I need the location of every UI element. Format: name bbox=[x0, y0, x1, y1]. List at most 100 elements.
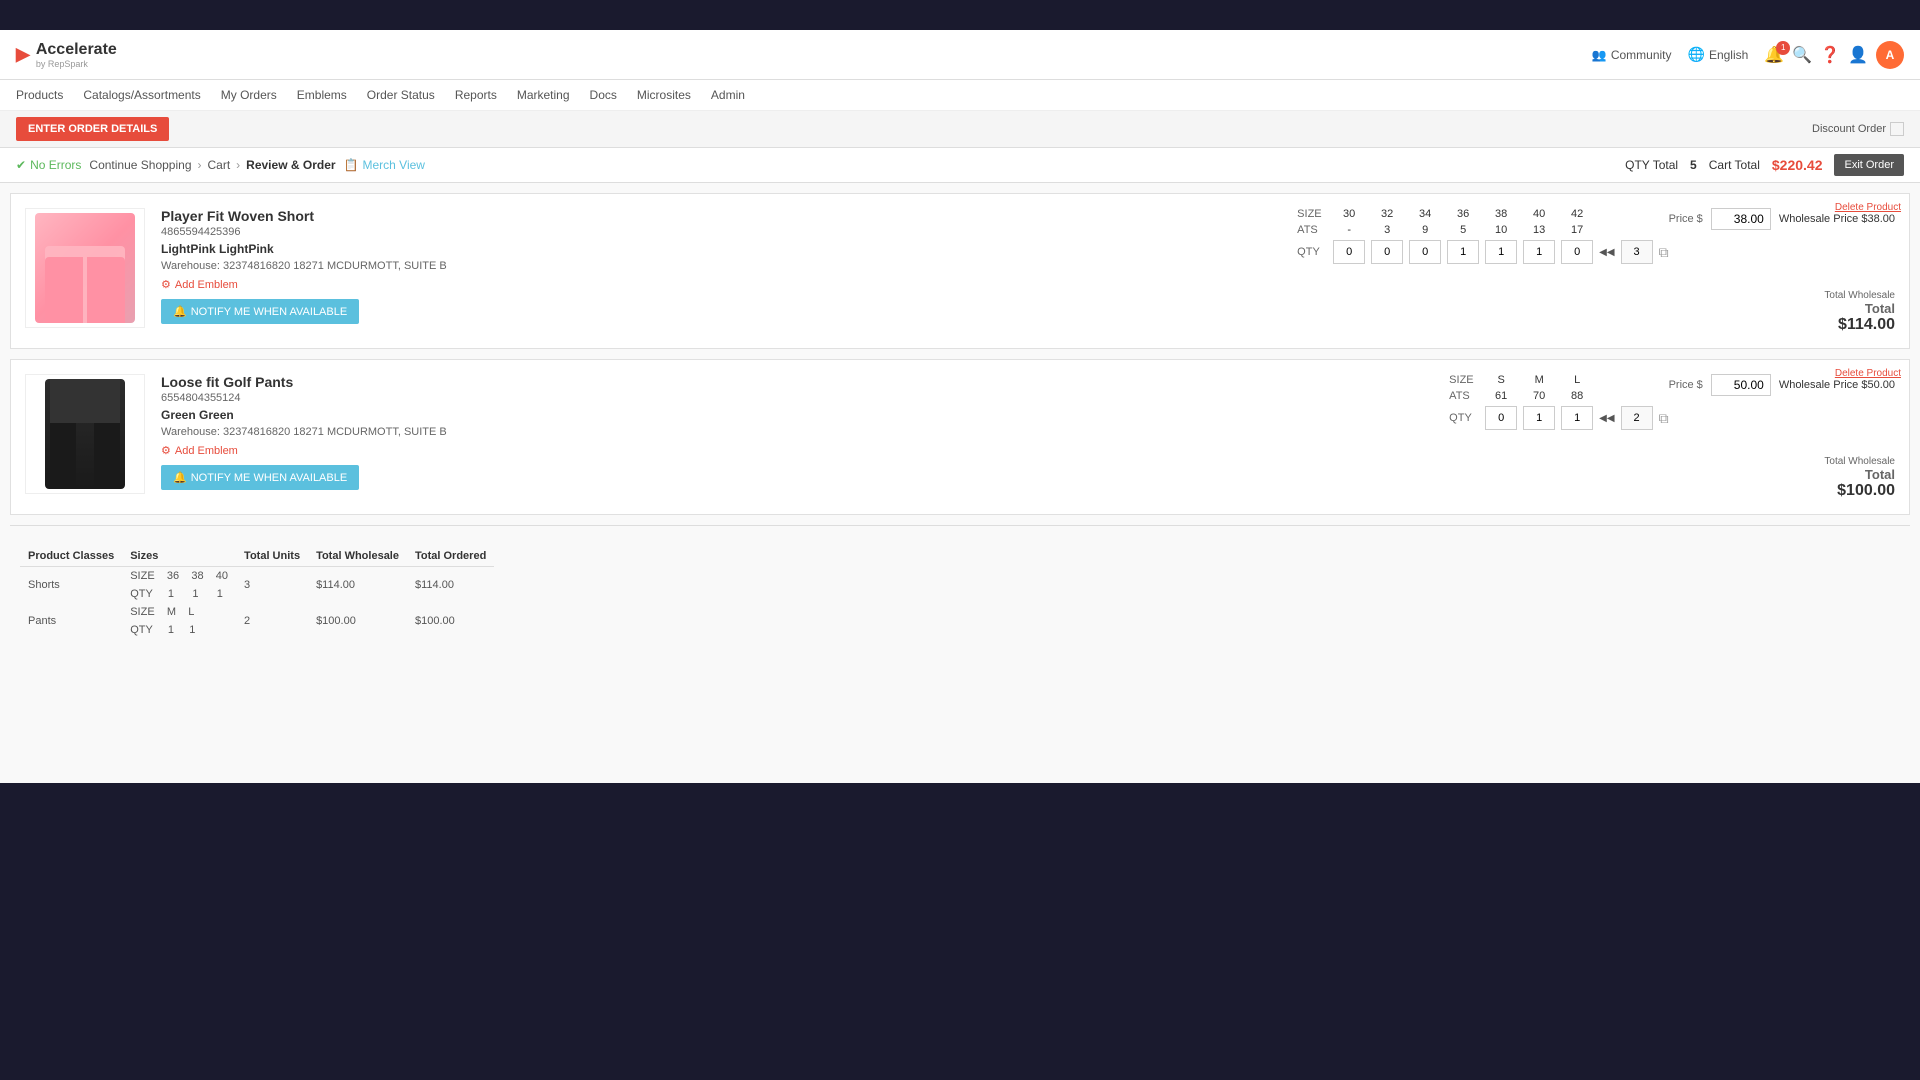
ats-36: 5 bbox=[1447, 224, 1479, 236]
notification-icon[interactable]: 🔔 1 bbox=[1764, 45, 1784, 65]
qty-input-38[interactable] bbox=[1485, 240, 1517, 264]
qty-input-30[interactable] bbox=[1333, 240, 1365, 264]
qty-label-2: QTY bbox=[1449, 412, 1479, 424]
help-icon[interactable]: ❓ bbox=[1820, 45, 1840, 65]
logo: ▶ Accelerate by RepSpark bbox=[16, 41, 117, 69]
total-label-2: Total bbox=[1669, 467, 1895, 482]
qty-input-36[interactable] bbox=[1447, 240, 1479, 264]
qty-input-32[interactable] bbox=[1371, 240, 1403, 264]
ats-42: 17 bbox=[1561, 224, 1593, 236]
product-left-2: Loose fit Golf Pants 6554804355124 Green… bbox=[25, 374, 1669, 500]
copy-icon-1[interactable]: ⧉ bbox=[1659, 244, 1669, 261]
language-selector[interactable]: 🌐 English bbox=[1688, 46, 1749, 63]
product-row-2: Delete Product Loose fit Golf Pants 6554… bbox=[10, 359, 1910, 515]
nav-reports[interactable]: Reports bbox=[455, 84, 497, 106]
discount-checkbox[interactable] bbox=[1890, 122, 1904, 136]
ats-label-2: ATS bbox=[1449, 390, 1479, 402]
add-emblem-link-2[interactable]: ⚙ Add Emblem bbox=[161, 444, 1423, 457]
qty-input-S[interactable] bbox=[1485, 406, 1517, 430]
community-icon: 👥 bbox=[1592, 48, 1607, 62]
qty-input-42[interactable] bbox=[1561, 240, 1593, 264]
size-S: S bbox=[1485, 374, 1517, 386]
community-link[interactable]: 👥 Community bbox=[1592, 48, 1672, 62]
add-emblem-link-1[interactable]: ⚙ Add Emblem bbox=[161, 278, 1271, 291]
nav-microsites[interactable]: Microsites bbox=[637, 84, 691, 106]
subheader-top: ENTER ORDER DETAILS Discount Order bbox=[0, 111, 1920, 148]
pants-total-units: 2 bbox=[236, 603, 308, 639]
size-38: 38 bbox=[1485, 208, 1517, 220]
product-name-2: Loose fit Golf Pants bbox=[161, 374, 1423, 390]
product-details-2: Loose fit Golf Pants 6554804355124 Green… bbox=[161, 374, 1423, 500]
breadcrumb-left: ✔ No Errors Continue Shopping › Cart › R… bbox=[16, 158, 425, 172]
qty-row-1: QTY ◀◀ ⧉ bbox=[1297, 240, 1668, 264]
breadcrumb-continue-shopping[interactable]: Continue Shopping bbox=[89, 158, 191, 172]
nav-marketing[interactable]: Marketing bbox=[517, 84, 570, 106]
pants-qty-row: QTY 1 1 bbox=[122, 621, 236, 639]
exit-order-button[interactable]: Exit Order bbox=[1834, 154, 1904, 176]
cart-summary: QTY Total 5 Cart Total $220.42 Exit Orde… bbox=[1625, 154, 1904, 176]
nav-myorders[interactable]: My Orders bbox=[221, 84, 277, 106]
merch-view-link[interactable]: 📋 Merch View bbox=[344, 158, 425, 172]
shorts-total-wholesale: $114.00 bbox=[308, 567, 407, 604]
nav-admin[interactable]: Admin bbox=[711, 84, 745, 106]
user-icon[interactable]: 👤 bbox=[1848, 45, 1868, 65]
breadcrumb-sep-2: › bbox=[236, 158, 240, 172]
qty-input-L[interactable] bbox=[1561, 406, 1593, 430]
size-header-label-2: SIZE bbox=[1449, 374, 1479, 386]
price-label-1: Price $ bbox=[1669, 213, 1703, 225]
copy-icon-2[interactable]: ⧉ bbox=[1659, 410, 1669, 427]
delete-product-1[interactable]: Delete Product bbox=[1835, 202, 1901, 213]
breadcrumb-cart[interactable]: Cart bbox=[208, 158, 231, 172]
emblem-icon-1: ⚙ bbox=[161, 278, 171, 291]
ats-label-1: ATS bbox=[1297, 224, 1327, 236]
qty-input-40[interactable] bbox=[1523, 240, 1555, 264]
add-emblem-label-2: Add Emblem bbox=[175, 445, 238, 457]
size-40: 40 bbox=[1523, 208, 1555, 220]
user-avatar[interactable]: A bbox=[1876, 41, 1904, 69]
nav-orderstatus[interactable]: Order Status bbox=[367, 84, 435, 106]
wholesale-price-2: Wholesale Price $50.00 bbox=[1779, 379, 1895, 391]
qty-label-1: QTY bbox=[1297, 246, 1327, 258]
product-image-1 bbox=[25, 208, 145, 328]
ats-30: - bbox=[1333, 224, 1365, 236]
nav-catalogs[interactable]: Catalogs/Assortments bbox=[83, 84, 200, 106]
qty-row-2: QTY ◀◀ ⧉ bbox=[1449, 406, 1668, 430]
product-pricing-1: Price $ Wholesale Price $38.00 Total Who… bbox=[1669, 208, 1895, 334]
divider bbox=[10, 525, 1910, 526]
top-bar bbox=[0, 0, 1920, 30]
nav-emblems[interactable]: Emblems bbox=[297, 84, 347, 106]
qty-arrow-2[interactable]: ◀◀ bbox=[1599, 413, 1614, 424]
bell-icon-2: 🔔 bbox=[173, 471, 187, 484]
category-shorts: Shorts bbox=[20, 567, 122, 604]
product-pricing-2: Price $ Wholesale Price $50.00 Total Who… bbox=[1669, 374, 1895, 500]
price-input-1[interactable] bbox=[1711, 208, 1771, 230]
search-icon[interactable]: 🔍 bbox=[1792, 45, 1812, 65]
nav-docs[interactable]: Docs bbox=[590, 84, 617, 106]
price-input-2[interactable] bbox=[1711, 374, 1771, 396]
language-label: English bbox=[1709, 48, 1748, 62]
qty-total-input-1[interactable] bbox=[1621, 240, 1653, 264]
shorts-qty-row: QTY 1 1 1 bbox=[122, 585, 236, 603]
enter-order-button[interactable]: ENTER ORDER DETAILS bbox=[16, 117, 169, 141]
delete-product-2[interactable]: Delete Product bbox=[1835, 368, 1901, 379]
product-warehouse-1: Warehouse: 32374816820 18271 MCDURMOTT, … bbox=[161, 260, 1271, 272]
qty-input-M[interactable] bbox=[1523, 406, 1555, 430]
ats-40: 13 bbox=[1523, 224, 1555, 236]
breadcrumb-bar: ✔ No Errors Continue Shopping › Cart › R… bbox=[0, 148, 1920, 183]
qty-input-34[interactable] bbox=[1409, 240, 1441, 264]
add-emblem-label-1: Add Emblem bbox=[175, 279, 238, 291]
product-and-price-1: Player Fit Woven Short 4865594425396 Lig… bbox=[25, 208, 1895, 334]
check-icon: ✔ bbox=[16, 158, 26, 172]
qty-arrow-1[interactable]: ◀◀ bbox=[1599, 247, 1614, 258]
size-grid-1: SIZE 30 32 34 36 38 40 42 ATS - 3 9 bbox=[1297, 208, 1668, 334]
notify-btn-1[interactable]: 🔔 NOTIFY ME WHEN AVAILABLE bbox=[161, 299, 359, 324]
size-30: 30 bbox=[1333, 208, 1365, 220]
qty-total-input-2[interactable] bbox=[1621, 406, 1653, 430]
product-color-2: Green Green bbox=[161, 408, 1423, 422]
bell-icon-1: 🔔 bbox=[173, 305, 187, 318]
notify-btn-2[interactable]: 🔔 NOTIFY ME WHEN AVAILABLE bbox=[161, 465, 359, 490]
summary-header-sizes: Sizes bbox=[122, 546, 236, 567]
product-sku-2: 6554804355124 bbox=[161, 392, 1423, 404]
size-header-label-1: SIZE bbox=[1297, 208, 1327, 220]
nav-products[interactable]: Products bbox=[16, 84, 63, 106]
